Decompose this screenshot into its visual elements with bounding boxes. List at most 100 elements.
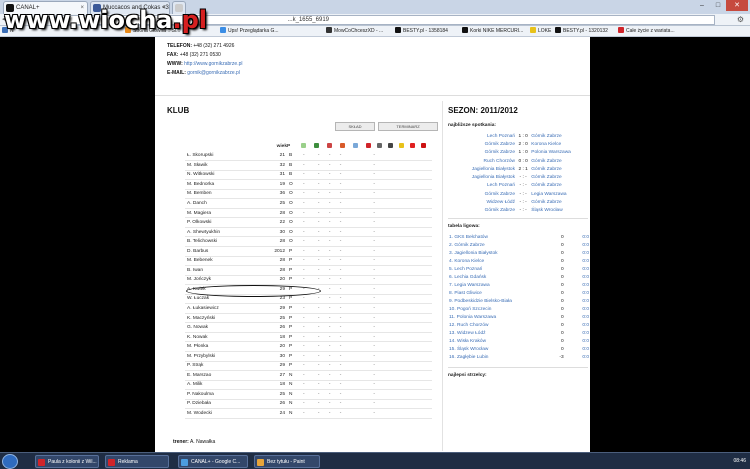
league-team[interactable]: 1. GKS Bełchatów <box>448 233 540 241</box>
player-stats: - - - - - <box>301 189 432 200</box>
league-goals: 0:0 <box>582 306 589 312</box>
league-team[interactable]: 15. Śląsk Wrocław <box>448 346 540 354</box>
player-name[interactable]: K. Maczyński <box>185 313 265 324</box>
match-row: Widzew Łódź - : - Górnik Zabrze <box>455 198 590 206</box>
match-home[interactable]: Górnik Zabrze <box>455 190 516 198</box>
maximize-icon[interactable]: □ <box>710 0 726 11</box>
bookmark-item[interactable]: LOKE <box>530 26 551 36</box>
match-away[interactable]: Legia Warszawa <box>530 190 590 198</box>
match-away[interactable]: Górnik Zabrze <box>530 157 590 165</box>
match-home[interactable]: Widzew Łódź <box>455 198 516 206</box>
www-link[interactable]: http://www.gornikzabrze.pl <box>184 61 242 67</box>
match-home[interactable]: Górnik Zabrze <box>455 207 516 215</box>
taskbar-item[interactable]: CANAL+ - Google C... <box>178 455 248 468</box>
match-home[interactable]: Lech Poznań <box>455 132 516 140</box>
bookmark-item[interactable]: Korki NIKE MERCURI... <box>462 26 523 36</box>
taskbar-item[interactable]: Reklama <box>105 455 169 468</box>
match-home[interactable]: Ruch Chorzów <box>455 157 516 165</box>
squad-row: A. Łukasiewicz 29 P - - - - - <box>185 303 432 314</box>
player-name[interactable]: E. Marszao <box>185 370 265 381</box>
bookmark-item[interactable]: MowCoChceszXD - ... <box>326 26 383 36</box>
match-away[interactable]: Górnik Zabrze <box>530 198 590 206</box>
league-team[interactable]: 7. Legia Warszawa <box>448 281 540 289</box>
player-name[interactable]: Ł. Skorupski <box>185 151 265 162</box>
match-away[interactable]: Górnik Zabrze <box>530 165 590 173</box>
league-team[interactable]: 12. Ruch Chorzów <box>448 322 540 330</box>
player-stats: - - - - - <box>301 170 432 181</box>
player-name[interactable]: M. Magiera <box>185 208 265 219</box>
match-away[interactable]: Górnik Zabrze <box>530 173 590 181</box>
match-row: Jagiellonia Białystok - : - Górnik Zabrze <box>455 173 590 181</box>
league-team[interactable]: 3. Jagiellonia Białystok <box>448 249 540 257</box>
player-name[interactable]: K. Nowak <box>185 332 265 343</box>
player-name[interactable]: G. Nowak <box>185 322 265 333</box>
player-name[interactable]: N. Witkowski <box>185 170 265 181</box>
league-team[interactable]: 2. Górnik Zabrze <box>448 241 540 249</box>
player-age: 29 <box>265 361 287 372</box>
sklad-button[interactable]: SKŁAD <box>335 122 375 131</box>
league-team[interactable]: 10. Pogoń Szczecin <box>448 305 540 313</box>
terminarz-button[interactable]: TERMINARZ <box>378 122 438 131</box>
player-name[interactable]: B. Telichowski <box>185 236 265 247</box>
player-name[interactable]: M. Bednorka <box>185 179 265 190</box>
player-name[interactable]: M. Wodecki <box>185 408 265 419</box>
player-name[interactable]: P. Nakoulma <box>185 389 265 400</box>
match-away[interactable]: Śląsk Wrocław <box>530 207 590 215</box>
player-name[interactable]: A. Milik <box>185 380 265 391</box>
taskbar-item[interactable]: Paula z kolonii z Wil... <box>35 455 99 468</box>
match-home[interactable]: Górnik Zabrze <box>455 140 516 148</box>
match-home[interactable]: Górnik Zabrze <box>455 149 516 157</box>
email-link[interactable]: gornik@gornikzabrze.pl <box>187 70 240 76</box>
league-team[interactable]: 5. Lech Poznań <box>448 265 540 273</box>
player-name[interactable]: A. Shewtyukhin <box>185 227 265 238</box>
match-away[interactable]: Korona Kielce <box>530 140 590 148</box>
player-name[interactable]: A. Danch <box>185 198 265 209</box>
player-name[interactable]: P. Dziebała <box>185 399 265 410</box>
player-age: 20 <box>265 275 287 286</box>
bookmark-item[interactable]: Całe życie z wariata... <box>618 26 675 36</box>
player-name[interactable]: M. Płonka <box>185 341 265 352</box>
match-home[interactable]: Lech Poznań <box>455 182 516 190</box>
league-goals: 0:0 <box>582 347 589 353</box>
bookmark-label: LOKE <box>538 28 552 34</box>
squad-row: M. Wodecki 24 N - - - - - <box>185 408 432 419</box>
league-team[interactable]: 8. Piast Gliwice <box>448 289 540 297</box>
league-team[interactable]: 11. Polonia Warszawa <box>448 313 540 321</box>
player-name[interactable]: D. Barbus <box>185 246 265 257</box>
bookmark-item[interactable]: BESTY.pl - 1320132 <box>555 26 608 36</box>
player-name[interactable]: A. Łukasiewicz <box>185 303 265 314</box>
taskbar-item[interactable]: Bez tytułu - Paint <box>254 455 320 468</box>
league-team[interactable]: 13. Widzew Łódź <box>448 330 540 338</box>
start-button[interactable] <box>2 454 18 469</box>
player-name[interactable]: M. Bemben <box>185 189 265 200</box>
player-name[interactable]: M. Jończyk <box>185 275 265 286</box>
minimize-icon[interactable]: – <box>694 0 710 11</box>
league-goals: 0:0 <box>582 290 589 296</box>
league-team[interactable]: 6. Lechia Gdańsk <box>448 273 540 281</box>
player-name[interactable]: P. Olkowski <box>185 217 265 228</box>
player-name[interactable]: M. Przybylski <box>185 351 265 362</box>
match-away[interactable]: Górnik Zabrze <box>530 182 590 190</box>
wrench-icon[interactable]: ⚙ <box>737 14 744 26</box>
league-team[interactable]: 16. Zagłębie Lubin <box>448 354 540 362</box>
match-score: - : - <box>519 191 527 197</box>
player-name[interactable]: P. Strąk <box>185 361 265 372</box>
close-icon[interactable]: ✕ <box>726 0 748 11</box>
player-name[interactable]: M. Sławik <box>185 160 265 171</box>
bookmark-item[interactable]: BESTY.pl - 1358184 <box>395 26 448 36</box>
bookmark-item[interactable]: Ups! Przeglądarka G... <box>220 26 279 36</box>
player-name[interactable]: B. Iwan <box>185 265 265 276</box>
league-team[interactable]: 4. Korona Kielce <box>448 257 540 265</box>
bookmark-label: BESTY.pl - 1358184 <box>403 28 448 34</box>
player-stats: - - - - - <box>301 198 432 209</box>
player-position: P <box>287 322 301 333</box>
match-away[interactable]: Polonia Warszawa <box>530 149 590 157</box>
player-name[interactable]: M. Bebenek <box>185 256 265 267</box>
league-team[interactable]: 14. Wisła Kraków <box>448 338 540 346</box>
match-away[interactable]: Górnik Zabrze <box>530 132 590 140</box>
player-stats: - - - - - <box>301 275 432 286</box>
match-score: 1 : 0 <box>518 133 528 139</box>
match-home[interactable]: Jagiellonia Białystok <box>455 165 516 173</box>
league-team[interactable]: 9. Podbeskidzie Bielsko-Biała <box>448 297 540 305</box>
match-home[interactable]: Jagiellonia Białystok <box>455 173 516 181</box>
